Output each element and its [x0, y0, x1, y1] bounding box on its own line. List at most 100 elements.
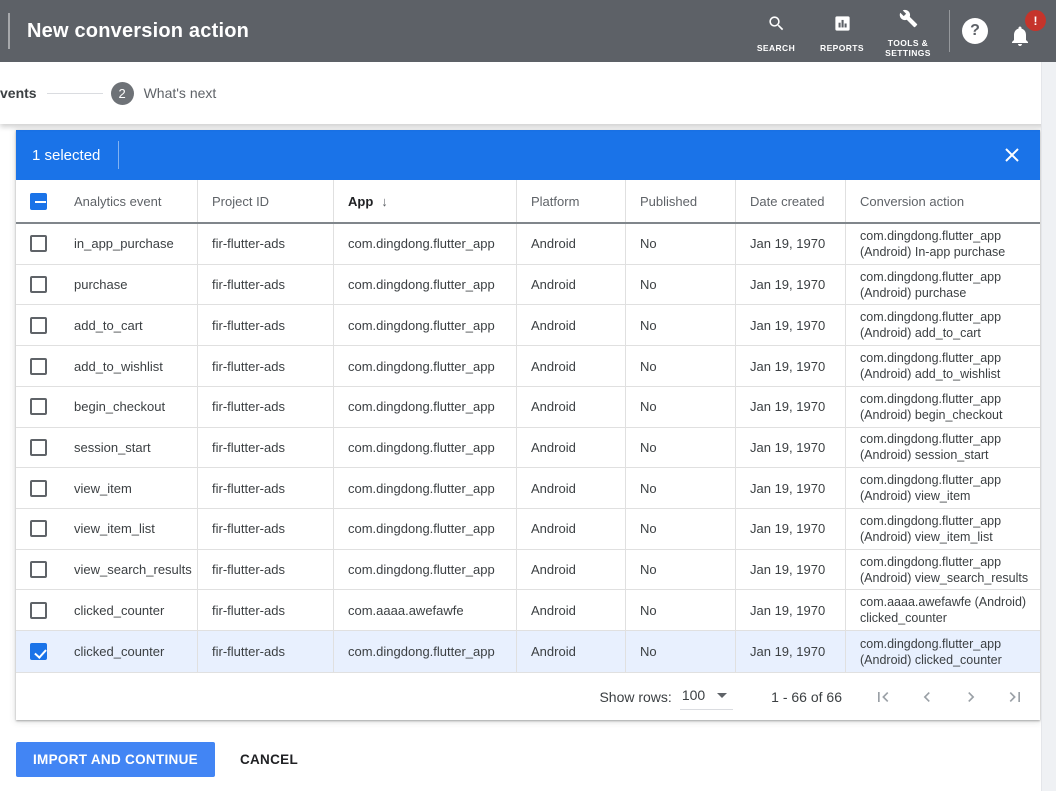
row-checkbox[interactable]	[30, 439, 47, 456]
row-checkbox[interactable]	[30, 520, 47, 537]
next-page-button[interactable]	[960, 686, 982, 708]
appbar-actions: SEARCH REPORTS TOOLS & SETTINGS ? !	[743, 0, 1046, 62]
notifications-button[interactable]: !	[1008, 14, 1038, 48]
cell-app: com.dingdong.flutter_app	[333, 509, 516, 549]
table-row[interactable]: view_item fir-flutter-ads com.dingdong.f…	[16, 468, 1040, 509]
cell-analytics-event: purchase	[60, 265, 197, 305]
row-checkbox[interactable]	[30, 480, 47, 497]
cell-analytics-event: session_start	[60, 428, 197, 468]
cell-date-created: Jan 19, 1970	[735, 387, 845, 427]
sort-desc-icon: ↓	[381, 194, 388, 209]
cell-analytics-event: view_item_list	[60, 509, 197, 549]
row-checkbox[interactable]	[30, 317, 47, 334]
table-row[interactable]: clicked_counter fir-flutter-ads com.ding…	[16, 631, 1040, 672]
row-checkbox[interactable]	[30, 643, 47, 660]
column-header-date-created[interactable]: Date created	[735, 180, 845, 222]
table-row[interactable]: session_start fir-flutter-ads com.dingdo…	[16, 428, 1040, 469]
search-button[interactable]: SEARCH	[743, 10, 809, 53]
step-2-label: What's next	[144, 85, 217, 101]
row-checkbox-cell	[16, 590, 60, 630]
cell-app: com.dingdong.flutter_app	[333, 631, 516, 672]
close-button[interactable]	[1000, 143, 1024, 167]
cell-platform: Android	[516, 305, 625, 345]
column-header-platform[interactable]: Platform	[516, 180, 625, 222]
chevron-right-icon	[961, 687, 981, 707]
tools-settings-button[interactable]: TOOLS & SETTINGS	[875, 5, 941, 58]
selection-count: 1 selected	[32, 147, 100, 164]
table-row[interactable]: view_item_list fir-flutter-ads com.dingd…	[16, 509, 1040, 550]
last-page-button[interactable]	[1004, 686, 1026, 708]
row-checkbox[interactable]	[30, 561, 47, 578]
column-header-analytics-event[interactable]: Analytics event	[60, 180, 197, 222]
cell-published: No	[625, 509, 735, 549]
help-button[interactable]: ?	[962, 18, 988, 44]
cell-project-id: fir-flutter-ads	[197, 265, 333, 305]
cell-conversion-action: com.dingdong.flutter_app (Android) view_…	[845, 509, 1040, 549]
step-previous-label[interactable]: vents	[0, 85, 37, 101]
row-checkbox-cell	[16, 428, 60, 468]
cell-project-id: fir-flutter-ads	[197, 428, 333, 468]
page-title: New conversion action	[27, 20, 249, 43]
table-row[interactable]: add_to_cart fir-flutter-ads com.dingdong…	[16, 305, 1040, 346]
table-row[interactable]: clicked_counter fir-flutter-ads com.aaaa…	[16, 590, 1040, 631]
cell-platform: Android	[516, 550, 625, 590]
cell-app: com.dingdong.flutter_app	[333, 305, 516, 345]
cell-conversion-action: com.dingdong.flutter_app (Android) begin…	[845, 387, 1040, 427]
column-header-published[interactable]: Published	[625, 180, 735, 222]
row-checkbox[interactable]	[30, 602, 47, 619]
notification-badge: !	[1025, 10, 1046, 31]
chevron-down-icon	[717, 693, 727, 698]
cell-project-id: fir-flutter-ads	[197, 631, 333, 672]
cell-conversion-action: com.dingdong.flutter_app (Android) view_…	[845, 468, 1040, 508]
table-row[interactable]: in_app_purchase fir-flutter-ads com.ding…	[16, 224, 1040, 265]
row-checkbox[interactable]	[30, 398, 47, 415]
table-row[interactable]: purchase fir-flutter-ads com.dingdong.fl…	[16, 265, 1040, 306]
cell-date-created: Jan 19, 1970	[735, 346, 845, 386]
page-scrollbar[interactable]	[1041, 62, 1056, 791]
previous-page-button[interactable]	[916, 686, 938, 708]
stepper: vents 2 What's next	[0, 62, 1056, 124]
row-checkbox-cell	[16, 387, 60, 427]
table-row[interactable]: add_to_wishlist fir-flutter-ads com.ding…	[16, 346, 1040, 387]
cell-analytics-event: view_search_results	[60, 550, 197, 590]
table-header-row: Analytics event Project ID App ↓ Platfor…	[16, 180, 1040, 224]
select-all-checkbox[interactable]	[30, 193, 47, 210]
cancel-button[interactable]: CANCEL	[240, 752, 298, 767]
row-checkbox[interactable]	[30, 235, 47, 252]
cell-published: No	[625, 590, 735, 630]
page-size-select[interactable]: 100	[680, 683, 733, 710]
column-header-app[interactable]: App ↓	[333, 180, 516, 222]
column-header-conversion-action[interactable]: Conversion action	[845, 180, 1040, 222]
cell-conversion-action: com.dingdong.flutter_app (Android) add_t…	[845, 305, 1040, 345]
cell-conversion-action: com.dingdong.flutter_app (Android) sessi…	[845, 428, 1040, 468]
import-and-continue-button[interactable]: IMPORT AND CONTINUE	[16, 742, 215, 777]
cell-published: No	[625, 468, 735, 508]
cell-platform: Android	[516, 387, 625, 427]
cell-published: No	[625, 550, 735, 590]
table-row[interactable]: view_search_results fir-flutter-ads com.…	[16, 550, 1040, 591]
cell-date-created: Jan 19, 1970	[735, 428, 845, 468]
cell-date-created: Jan 19, 1970	[735, 468, 845, 508]
last-page-icon	[1005, 687, 1025, 707]
cell-app: com.dingdong.flutter_app	[333, 346, 516, 386]
help-icon: ?	[970, 22, 980, 40]
cell-app: com.aaaa.awefawfe	[333, 590, 516, 630]
reports-button[interactable]: REPORTS	[809, 10, 875, 53]
row-checkbox-cell	[16, 468, 60, 508]
cell-app: com.dingdong.flutter_app	[333, 550, 516, 590]
column-header-project-id[interactable]: Project ID	[197, 180, 333, 222]
cell-platform: Android	[516, 224, 625, 264]
table-row[interactable]: begin_checkout fir-flutter-ads com.dingd…	[16, 387, 1040, 428]
row-checkbox[interactable]	[30, 358, 47, 375]
appbar-divider	[949, 10, 950, 52]
cell-app: com.dingdong.flutter_app	[333, 468, 516, 508]
page-size-value: 100	[682, 687, 705, 703]
cell-date-created: Jan 19, 1970	[735, 265, 845, 305]
cell-app: com.dingdong.flutter_app	[333, 387, 516, 427]
table-footer: Show rows: 100 1 - 66 of 66	[16, 672, 1040, 720]
cell-conversion-action: com.dingdong.flutter_app (Android) click…	[845, 631, 1040, 672]
first-page-button[interactable]	[872, 686, 894, 708]
cell-analytics-event: add_to_wishlist	[60, 346, 197, 386]
step-connector	[47, 93, 103, 94]
row-checkbox[interactable]	[30, 276, 47, 293]
